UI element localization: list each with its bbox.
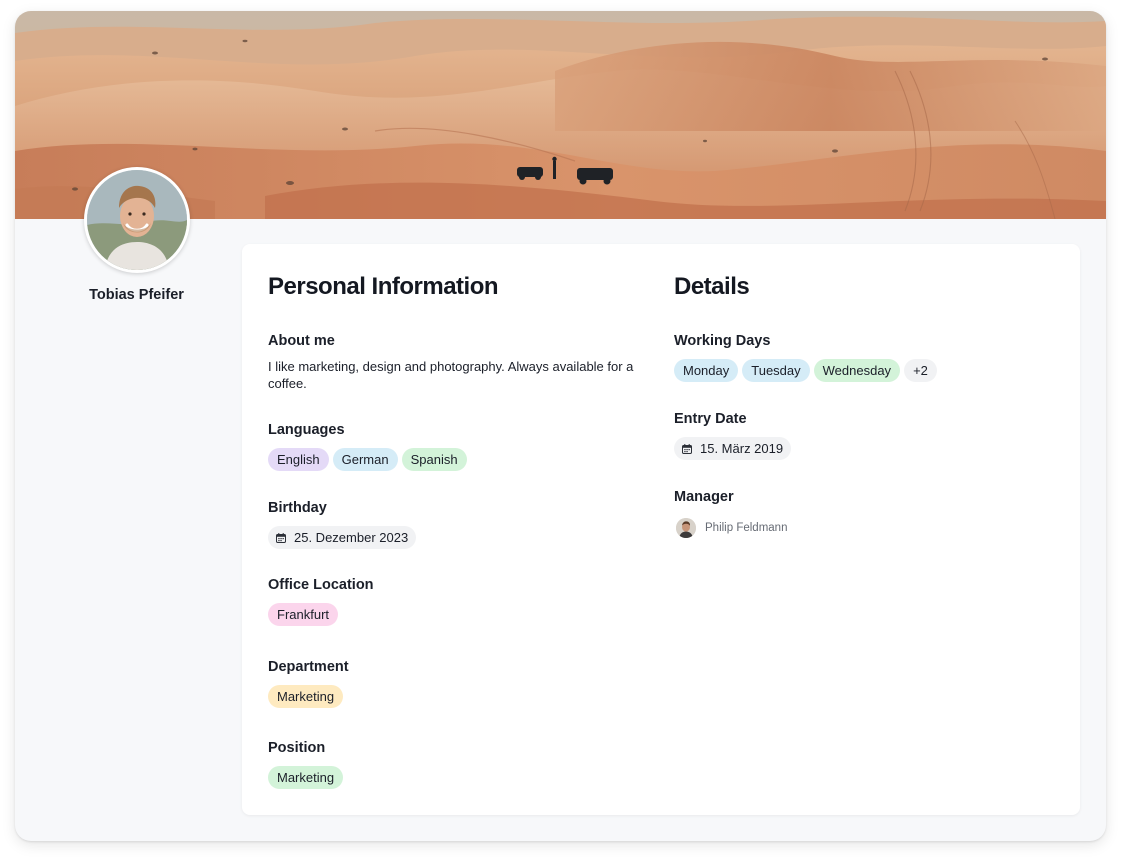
- calendar-icon: [276, 532, 286, 543]
- office-location-list: Frankfurt: [268, 603, 648, 626]
- department-list: Marketing: [268, 685, 648, 708]
- languages-section: Languages English German Spanish: [268, 421, 648, 471]
- entry-date-section: Entry Date 15. März 2019: [674, 410, 1054, 460]
- department-section: Department Marketing: [268, 658, 648, 708]
- manager-section: Manager Philip Feldmann: [674, 488, 1054, 538]
- details-heading: Details: [674, 273, 750, 300]
- personal-information-heading: Personal Information: [268, 273, 499, 300]
- profile-avatar: [84, 167, 190, 273]
- person-avatar-icon: [87, 170, 187, 270]
- position-list: Marketing: [268, 766, 648, 789]
- profile-card: Personal Information About me I like mar…: [242, 244, 1080, 815]
- working-days-section: Working Days Monday Tuesday Wednesday +2: [674, 332, 1054, 382]
- birthday-value: 25. Dezember 2023: [294, 530, 409, 545]
- profile-name: Tobias Pfeifer: [89, 287, 184, 303]
- about-me-section: About me I like marketing, design and ph…: [268, 332, 648, 392]
- manager-link[interactable]: Philip Feldmann: [674, 518, 1054, 538]
- department-tag: Marketing: [268, 685, 344, 708]
- language-tag-german: German: [332, 448, 398, 471]
- working-days-more-badge[interactable]: +2: [904, 359, 937, 382]
- birthday-section: Birthday 25. Dezember 2023: [268, 499, 648, 549]
- working-days-list: Monday Tuesday Wednesday +2: [674, 359, 1054, 382]
- entry-date-chip: 15. März 2019: [674, 437, 792, 460]
- entry-date-value: 15. März 2019: [700, 441, 784, 456]
- birthday-chip: 25. Dezember 2023: [268, 526, 417, 549]
- office-location-section: Office Location Frankfurt: [268, 576, 648, 626]
- working-day-tag-wednesday: Wednesday: [813, 359, 901, 382]
- office-location-tag: Frankfurt: [268, 603, 339, 626]
- department-label: Department: [268, 659, 349, 675]
- working-day-tag-monday: Monday: [674, 359, 739, 382]
- language-tag-english: English: [268, 448, 329, 471]
- calendar-icon: [682, 443, 692, 454]
- language-tag-spanish: Spanish: [401, 448, 467, 471]
- languages-list: English German Spanish: [268, 448, 648, 471]
- profile-frame: Tobias Pfeifer Personal Information Abou…: [15, 11, 1106, 841]
- about-me-text: I like marketing, design and photography…: [268, 359, 634, 391]
- manager-avatar: [676, 518, 696, 538]
- languages-label: Languages: [268, 422, 345, 438]
- working-day-tag-tuesday: Tuesday: [742, 359, 810, 382]
- manager-name[interactable]: Philip Feldmann: [705, 522, 787, 534]
- entry-date-label: Entry Date: [674, 411, 747, 427]
- position-section: Position Marketing: [268, 739, 648, 789]
- about-me-label: About me: [268, 333, 335, 349]
- position-label: Position: [268, 740, 326, 756]
- birthday-label: Birthday: [268, 500, 327, 516]
- position-tag: Marketing: [268, 766, 344, 789]
- office-location-label: Office Location: [268, 577, 374, 593]
- working-days-label: Working Days: [674, 333, 771, 349]
- manager-label: Manager: [674, 489, 734, 505]
